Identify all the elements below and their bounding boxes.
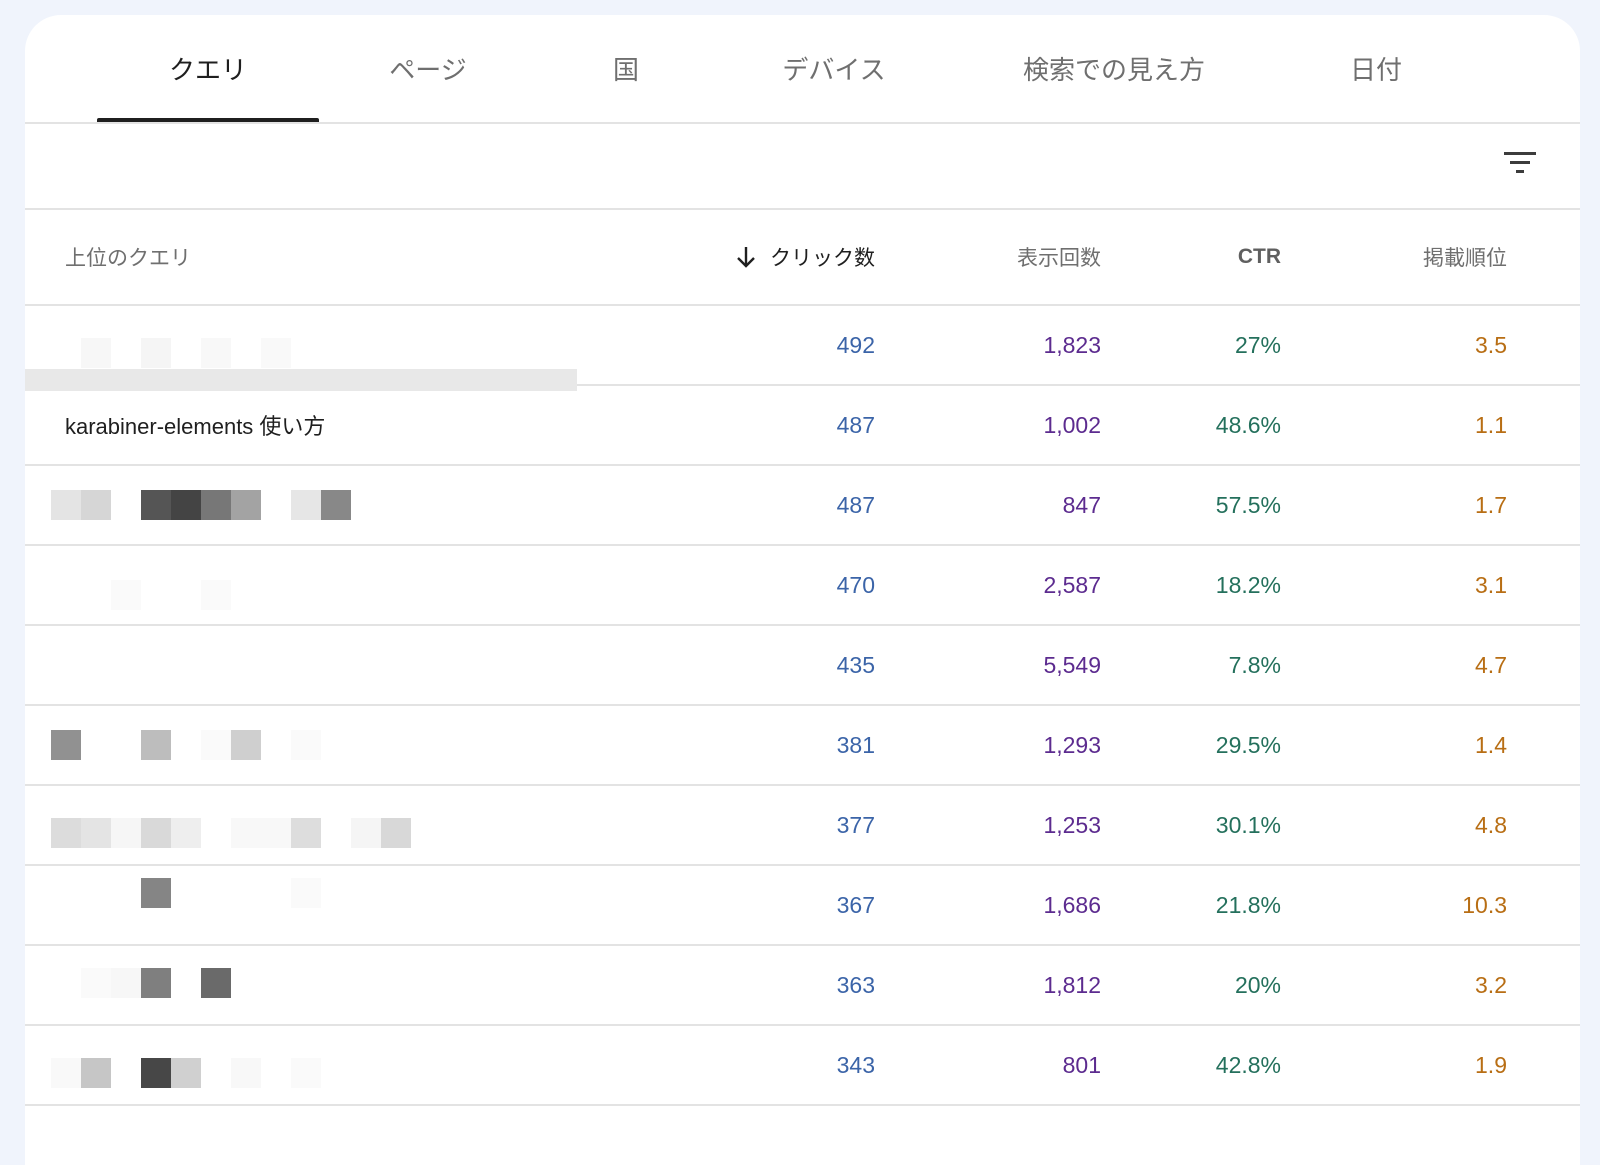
tab-page-label: ページ [389,55,467,85]
position-value: 3.2 [1475,971,1507,998]
redacted-query [25,946,605,1024]
tab-country[interactable]: 国 [577,15,675,122]
table-row[interactable]: 367 1,686 21.8% 10.3 [25,866,1580,946]
ctr-value: 42.8% [1215,1051,1281,1078]
column-header-position[interactable]: 掲載順位 [1295,210,1507,304]
clicks-value: 487 [836,491,875,518]
filter-icon[interactable] [1504,150,1536,176]
impressions-value: 5,549 [1043,651,1101,678]
impressions-value: 1,293 [1043,731,1101,758]
clicks-value: 487 [836,411,875,438]
query-text: karabiner-elements 使い方 [65,414,326,439]
position-value: 1.7 [1475,491,1507,518]
redacted-query [25,306,605,391]
ctr-value: 57.5% [1215,491,1281,518]
impressions-value: 1,686 [1043,891,1101,918]
impressions-value: 1,253 [1043,811,1101,838]
impressions-value: 1,823 [1043,331,1101,358]
position-value: 1.9 [1475,1051,1507,1078]
clicks-value: 492 [836,331,875,358]
column-header-ctr-label: CTR [1237,245,1281,268]
ctr-value: 18.2% [1215,571,1281,598]
position-value: 3.1 [1475,571,1507,598]
position-value: 1.1 [1475,411,1507,438]
redacted-query [25,546,605,624]
filter-bar [25,124,1580,210]
column-header-impressions[interactable]: 表示回数 [895,210,1101,304]
tab-country-label: 国 [612,55,639,85]
ctr-value: 30.1% [1215,811,1281,838]
position-value: 4.7 [1475,651,1507,678]
tab-query-label: クエリ [168,55,247,85]
redacted-query [25,866,605,944]
ctr-value: 29.5% [1215,731,1281,758]
clicks-value: 381 [836,731,875,758]
ctr-value: 27% [1234,331,1281,358]
impressions-value: 847 [1062,491,1101,518]
clicks-value: 377 [836,811,875,838]
arrow-down-icon [737,247,755,268]
redacted-query [25,706,605,784]
tab-search-appearance-label: 検索での見え方 [1022,55,1205,85]
redacted-query [25,786,605,864]
table-header: 上位のクエリ クリック数 表示回数 CTR 掲載順位 [25,210,1580,306]
ctr-value: 21.8% [1215,891,1281,918]
table-row[interactable]: 363 1,812 20% 3.2 [25,946,1580,1026]
dimension-tabs: クエリ ページ 国 デバイス 検索での見え方 日付 [25,15,1580,124]
redacted-query [25,466,605,544]
redacted-query [25,1026,605,1104]
table-row[interactable]: 435 5,549 7.8% 4.7 [25,626,1580,706]
impressions-value: 1,002 [1043,411,1101,438]
tab-query[interactable]: クエリ [97,15,319,122]
clicks-value: 435 [836,651,875,678]
column-header-clicks-label: クリック数 [770,247,875,270]
column-header-position-label: 掲載順位 [1423,247,1507,270]
performance-card: クエリ ページ 国 デバイス 検索での見え方 日付 上位のクエリ クリック数 表… [25,15,1580,1165]
impressions-value: 801 [1062,1051,1101,1078]
table-row[interactable]: 381 1,293 29.5% 1.4 [25,706,1580,786]
table-row[interactable]: 377 1,253 30.1% 4.8 [25,786,1580,866]
table-row[interactable]: 470 2,587 18.2% 3.1 [25,546,1580,626]
tab-page[interactable]: ページ [343,15,513,122]
impressions-value: 2,587 [1043,571,1101,598]
ctr-value: 20% [1234,971,1281,998]
tab-device-label: デバイス [782,55,886,85]
ctr-value: 7.8% [1228,651,1281,678]
impressions-value: 1,812 [1043,971,1101,998]
clicks-value: 470 [836,571,875,598]
position-value: 3.5 [1475,331,1507,358]
tab-search-appearance[interactable]: 検索での見え方 [993,15,1235,122]
ctr-value: 48.6% [1215,411,1281,438]
table-row[interactable]: 487 847 57.5% 1.7 [25,466,1580,546]
query-table-body: 492 1,823 27% 3.5 karabiner-elements 使い方… [25,306,1580,1106]
table-row[interactable]: 343 801 42.8% 1.9 [25,1026,1580,1106]
tab-date-label: 日付 [1349,55,1402,85]
tab-date[interactable]: 日付 [1321,15,1431,122]
table-row[interactable]: karabiner-elements 使い方 487 1,002 48.6% 1… [25,386,1580,466]
redacted-query [25,626,605,704]
clicks-value: 363 [836,971,875,998]
tab-device[interactable]: デバイス [755,15,913,122]
clicks-value: 367 [836,891,875,918]
position-value: 4.8 [1475,811,1507,838]
column-header-clicks[interactable]: クリック数 [665,210,875,304]
table-row[interactable]: 492 1,823 27% 3.5 [25,306,1580,391]
column-header-query[interactable]: 上位のクエリ [65,210,465,304]
column-header-query-label: 上位のクエリ [65,247,191,270]
clicks-value: 343 [836,1051,875,1078]
position-value: 10.3 [1462,891,1507,918]
column-header-impressions-label: 表示回数 [1017,247,1101,270]
column-header-ctr[interactable]: CTR [1115,210,1281,304]
position-value: 1.4 [1475,731,1507,758]
